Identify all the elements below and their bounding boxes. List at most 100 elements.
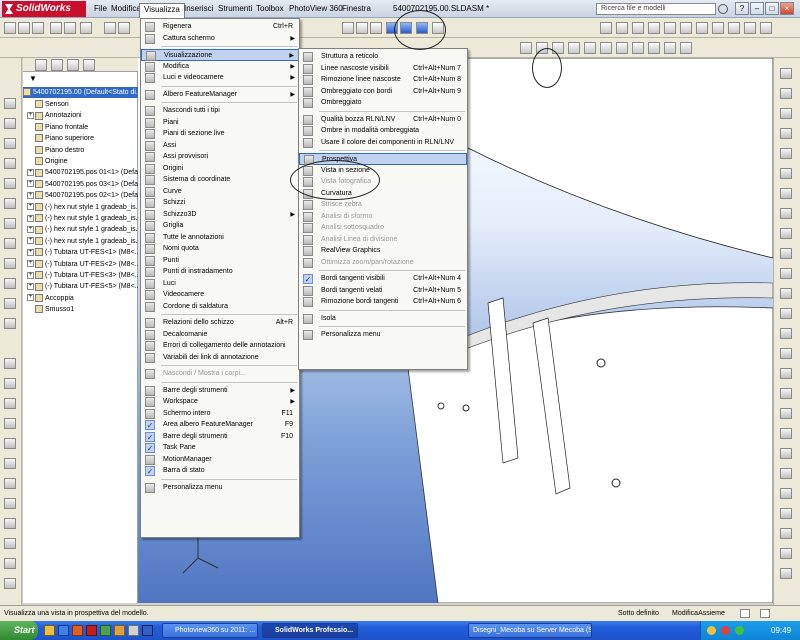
tree-item[interactable]: Smusso1 — [23, 304, 138, 315]
menu-item[interactable]: Ombreggiato — [299, 97, 467, 109]
property-tab-icon[interactable] — [51, 59, 63, 71]
menu-item[interactable]: Videocamere — [141, 289, 299, 301]
wireframe-icon[interactable] — [342, 22, 354, 34]
task-explorer[interactable]: Disegni_Mecoba su Server Mecoba (Server) — [468, 623, 592, 638]
help-button[interactable]: ? — [735, 2, 749, 15]
menu-item[interactable]: ✓ Task Pane — [141, 442, 299, 454]
toolbar-icon[interactable] — [780, 288, 792, 299]
quicklaunch-icon[interactable] — [72, 625, 83, 636]
menu-item[interactable]: Sistema di coordinate — [141, 174, 299, 186]
rebuild-icon[interactable] — [64, 22, 76, 34]
toolbar-icon[interactable] — [780, 88, 792, 99]
tree-item[interactable]: + (-) Tubtara UT-FES<2> (M8<... — [23, 259, 138, 270]
quicklaunch-icon[interactable] — [44, 625, 55, 636]
toolbar-icon[interactable] — [780, 528, 792, 539]
tree-item[interactable]: Piano frontale — [23, 122, 138, 133]
menu-item[interactable]: Curve — [141, 186, 299, 198]
tree-item[interactable]: + (-) hex nut style 1 gradeab_is... — [23, 236, 138, 247]
units-icon[interactable] — [740, 609, 750, 618]
toolbar-icon[interactable] — [520, 42, 532, 54]
menu-item[interactable]: Schizzo3D ▶ — [141, 209, 299, 221]
menu-item[interactable]: Variabili dei link di annotazione — [141, 352, 299, 364]
menu-item[interactable]: ✓ Area albero FeatureManager F9 — [141, 419, 299, 431]
menu-item[interactable]: Nomi quota — [141, 243, 299, 255]
menu-finestra[interactable]: Finestra — [338, 3, 375, 15]
select-icon[interactable] — [50, 22, 62, 34]
menu-item[interactable]: Schermo intero F11 — [141, 408, 299, 420]
view-orientation-icon[interactable] — [104, 22, 116, 34]
menu-item[interactable]: Bordi tangenti velati Ctrl+Alt+Num 5 — [299, 285, 467, 297]
menu-inserisci[interactable]: Inserisci — [180, 3, 217, 15]
section-view-icon[interactable] — [432, 22, 444, 34]
toolbar-icon[interactable] — [4, 358, 16, 369]
toolbar-icon[interactable] — [632, 42, 644, 54]
menu-item[interactable]: Vista in sezione — [299, 165, 467, 177]
menu-item[interactable]: Rimozione linee nascoste Ctrl+Alt+Num 8 — [299, 74, 467, 86]
menu-item[interactable]: Luci — [141, 278, 299, 290]
toolbar-icon[interactable] — [780, 368, 792, 379]
menu-item[interactable]: Modifica ▶ — [141, 61, 299, 73]
menu-item[interactable]: Origini — [141, 163, 299, 175]
search-input[interactable]: Ricerca file e modelli — [596, 3, 716, 15]
toolbar-icon[interactable] — [4, 238, 16, 249]
start-button[interactable]: Start — [0, 621, 38, 640]
expand-toggle-icon[interactable]: + — [27, 260, 34, 268]
solidworks-logo[interactable]: SolidWorks — [2, 1, 86, 17]
minimize-button[interactable]: – — [750, 2, 764, 15]
toolbar-icon[interactable] — [568, 42, 580, 54]
menu-item[interactable]: Schizzi — [141, 197, 299, 209]
menu-item[interactable]: ✓ Barra di stato — [141, 465, 299, 477]
quicklaunch-icon[interactable] — [100, 625, 111, 636]
expand-toggle-icon[interactable]: + — [27, 271, 34, 279]
toolbar-icon[interactable] — [616, 22, 628, 34]
quicklaunch-icon[interactable] — [128, 625, 139, 636]
menu-item[interactable]: MotionManager — [141, 454, 299, 466]
tree-item[interactable]: + (-) hex nut style 1 gradeab_is... — [23, 202, 138, 213]
expand-toggle-icon[interactable]: + — [27, 191, 34, 199]
open-icon[interactable] — [18, 22, 30, 34]
tree-item[interactable]: + Accoppia — [23, 293, 138, 304]
toolbar-icon[interactable] — [780, 548, 792, 559]
tray-icon[interactable] — [735, 626, 744, 635]
hidden-lines-removed-icon[interactable] — [370, 22, 382, 34]
expand-toggle-icon[interactable]: + — [27, 112, 34, 120]
toolbar-icon[interactable] — [680, 22, 692, 34]
menu-item[interactable]: ✓ Barre degli strumenti F10 — [141, 431, 299, 443]
toolbar-icon[interactable] — [712, 22, 724, 34]
menu-item[interactable]: Relazioni dello schizzo Alt+R — [141, 317, 299, 329]
close-button[interactable]: × — [780, 2, 794, 15]
tree-item[interactable]: Piano superiore — [23, 133, 138, 144]
toolbar-icon[interactable] — [4, 518, 16, 529]
toolbar-icon[interactable] — [780, 208, 792, 219]
toolbar-icon[interactable] — [780, 148, 792, 159]
menu-item[interactable]: Tutte le annotazioni — [141, 232, 299, 244]
menu-item[interactable]: Barre degli strumenti ▶ — [141, 385, 299, 397]
toolbar-icon[interactable] — [744, 22, 756, 34]
save-icon[interactable] — [32, 22, 44, 34]
help-icon[interactable] — [760, 609, 770, 618]
toolbar-icon[interactable] — [780, 108, 792, 119]
expand-toggle-icon[interactable]: + — [27, 237, 34, 245]
menu-item[interactable]: Cordone di saldatura — [141, 301, 299, 313]
toolbar-icon[interactable] — [780, 508, 792, 519]
toolbar-icon[interactable] — [4, 278, 16, 289]
menu-visualizza[interactable]: Visualizza — [139, 3, 185, 18]
menu-item[interactable]: Punti di instradamento — [141, 266, 299, 278]
tree-item[interactable]: + Annotazioni — [23, 110, 138, 121]
toolbar-icon[interactable] — [4, 318, 16, 329]
toolbar-icon[interactable] — [780, 388, 792, 399]
toolbar-icon[interactable] — [4, 578, 16, 589]
tree-item[interactable]: +5400702195.pos 01<1> (Default... — [23, 167, 138, 178]
menu-item[interactable]: Personalizza menu — [299, 329, 467, 341]
options-icon[interactable] — [80, 22, 92, 34]
toolbar-icon[interactable] — [600, 42, 612, 54]
expand-toggle-icon[interactable]: + — [27, 214, 34, 222]
toolbar-icon[interactable] — [780, 228, 792, 239]
menu-item[interactable]: Decalcomanie — [141, 329, 299, 341]
menu-item[interactable]: Errori di collegamento delle annotazioni — [141, 340, 299, 352]
menu-item[interactable]: Personalizza menu — [141, 482, 299, 494]
menu-item[interactable]: Ombre in modalità ombreggiata — [299, 125, 467, 137]
toolbar-icon[interactable] — [664, 42, 676, 54]
menu-item[interactable]: Assi provvisori — [141, 151, 299, 163]
config-tab-icon[interactable] — [67, 59, 79, 71]
